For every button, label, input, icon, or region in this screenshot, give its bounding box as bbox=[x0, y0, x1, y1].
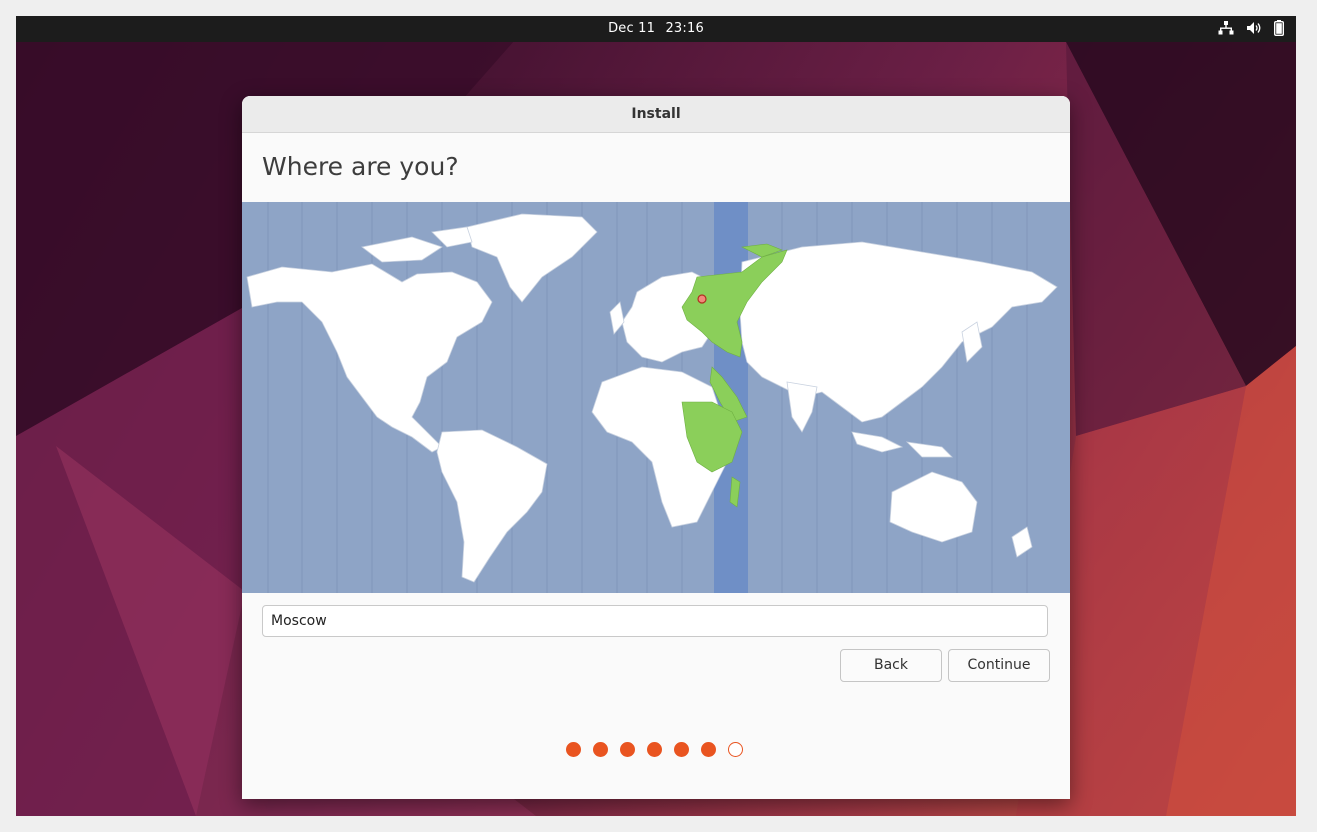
progress-dot-complete bbox=[566, 742, 581, 757]
clock-time: 23:16 bbox=[665, 21, 704, 36]
battery-icon[interactable] bbox=[1274, 20, 1284, 36]
clock[interactable]: Dec 11 23:16 bbox=[16, 21, 1296, 36]
progress-indicator bbox=[566, 742, 743, 757]
clock-date: Dec 11 bbox=[608, 21, 656, 36]
network-icon[interactable] bbox=[1218, 21, 1234, 35]
progress-dot-complete bbox=[674, 742, 689, 757]
desktop: Dec 11 23:16 Install Where are you? Mosc… bbox=[16, 16, 1296, 816]
timezone-map[interactable] bbox=[242, 202, 1070, 593]
continue-button[interactable]: Continue bbox=[948, 649, 1050, 682]
city-marker bbox=[697, 294, 707, 304]
progress-dot-complete bbox=[593, 742, 608, 757]
progress-dot-complete bbox=[701, 742, 716, 757]
system-tray[interactable] bbox=[1218, 20, 1284, 36]
installer-window: Install Where are you? Moscow Back Conti… bbox=[242, 96, 1070, 799]
progress-dot-complete bbox=[647, 742, 662, 757]
top-bar: Dec 11 23:16 bbox=[16, 16, 1296, 42]
page-heading: Where are you? bbox=[262, 152, 459, 181]
window-title[interactable]: Install bbox=[242, 96, 1070, 133]
back-button[interactable]: Back bbox=[840, 649, 942, 682]
volume-icon[interactable] bbox=[1246, 21, 1262, 35]
location-input[interactable] bbox=[262, 605, 1048, 637]
progress-dot-complete bbox=[620, 742, 635, 757]
progress-dot-current bbox=[728, 742, 743, 757]
